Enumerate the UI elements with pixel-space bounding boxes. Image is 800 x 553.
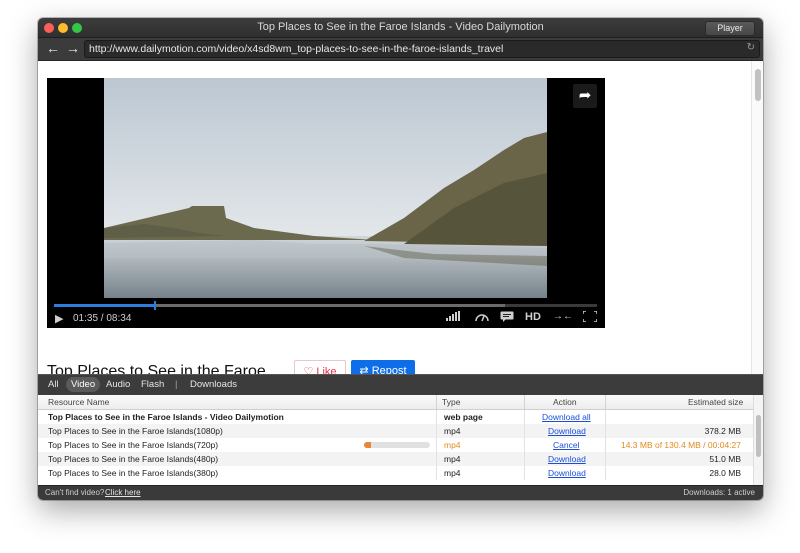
- video-scrubber-handle[interactable]: [154, 301, 157, 310]
- window-title: Top Places to See in the Faroe Islands -…: [257, 21, 544, 33]
- browser-toolbar: ← → http://www.dailymotion.com/video/x4s…: [38, 38, 763, 61]
- download-status: 14.3 MB of 130.4 MB / 00:04:27: [620, 440, 741, 450]
- resource-type: web page: [444, 412, 483, 422]
- heart-icon: ♡: [303, 366, 314, 374]
- download-progress-fill: [364, 442, 372, 448]
- status-bar: Can't find video? Click here Downloads: …: [38, 485, 763, 500]
- download-all-link[interactable]: Download all: [542, 412, 591, 422]
- download-link[interactable]: Download: [548, 468, 586, 478]
- repost-label: Repost: [371, 365, 407, 374]
- download-list-scrollbar[interactable]: [753, 395, 763, 485]
- resource-name: Top Places to See in the Faroe Islands(4…: [48, 454, 219, 464]
- hd-toggle[interactable]: HD: [525, 311, 541, 323]
- repost-button[interactable]: ⇄ Repost: [351, 360, 415, 374]
- page-scrollbar-thumb[interactable]: [755, 69, 761, 101]
- table-row[interactable]: Top Places to See in the Faroe Islands(7…: [38, 438, 753, 452]
- cancel-link[interactable]: Cancel: [553, 440, 579, 450]
- click-here-link[interactable]: Click here: [105, 488, 141, 497]
- download-link[interactable]: Download: [548, 454, 586, 464]
- table-row[interactable]: Top Places to See in the Faroe Islands -…: [38, 410, 753, 424]
- column-header-resource-name[interactable]: Resource Name: [48, 397, 109, 407]
- video-progress-bar[interactable]: [54, 301, 597, 310]
- reload-icon[interactable]: ↻: [747, 42, 755, 53]
- captions-icon[interactable]: [500, 311, 514, 325]
- download-list-scrollbar-thumb[interactable]: [756, 415, 761, 457]
- resource-type: mp4: [444, 426, 461, 436]
- filter-flash[interactable]: Flash: [141, 379, 164, 390]
- column-header-estimated-size[interactable]: Estimated size: [688, 397, 743, 407]
- video-thumbnail-landscape: [104, 78, 547, 298]
- resource-name: Top Places to See in the Faroe Islands(7…: [48, 440, 219, 450]
- resource-name: Top Places to See in the Faroe Islands -…: [48, 412, 284, 422]
- player-button[interactable]: Player: [705, 21, 755, 36]
- resource-type: mp4: [444, 454, 461, 464]
- time-display: 01:35 / 08:34: [73, 313, 132, 324]
- volume-icon[interactable]: [446, 311, 460, 324]
- page-scrollbar[interactable]: [751, 61, 763, 374]
- table-row[interactable]: Top Places to See in the Faroe Islands(1…: [38, 424, 753, 438]
- resource-type: mp4: [444, 468, 461, 478]
- resource-name: Top Places to See in the Faroe Islands(1…: [48, 426, 223, 436]
- back-arrow-icon[interactable]: ←: [46, 40, 60, 56]
- fullscreen-icon[interactable]: [582, 310, 598, 325]
- resource-size: 28.0 MB: [709, 468, 741, 478]
- download-panel: All Video Audio Flash | Downloads Resour…: [38, 374, 763, 500]
- table-row[interactable]: Top Places to See in the Faroe Islands(4…: [38, 452, 753, 466]
- page-content: ➦ ▶ 01:35 / 08:34 HD →← Top Places to Se…: [38, 61, 763, 374]
- resource-size: 378.2 MB: [704, 426, 741, 436]
- column-header-type[interactable]: Type: [442, 397, 460, 407]
- filter-video[interactable]: Video: [66, 377, 101, 392]
- filter-downloads[interactable]: Downloads: [190, 379, 237, 390]
- status-help-text: Can't find video?: [45, 488, 105, 497]
- address-bar[interactable]: http://www.dailymotion.com/video/x4sd8wm…: [84, 40, 760, 58]
- resource-name: Top Places to See in the Faroe Islands(3…: [48, 468, 219, 478]
- title-bar: Top Places to See in the Faroe Islands -…: [38, 18, 763, 38]
- forward-arrow-icon[interactable]: →: [66, 40, 80, 56]
- video-played-bar: [54, 304, 155, 307]
- filter-separator: |: [175, 379, 178, 390]
- widescreen-icon[interactable]: →←: [553, 311, 573, 322]
- download-link[interactable]: Download: [548, 426, 586, 436]
- like-label: Like: [316, 366, 337, 374]
- table-row[interactable]: Top Places to See in the Faroe Islands(3…: [38, 466, 753, 480]
- video-title: Top Places to See in the Faroe Islands: [47, 363, 266, 374]
- download-progress-bar: [364, 442, 430, 448]
- browser-window: Top Places to See in the Faroe Islands -…: [38, 18, 763, 500]
- resource-size: 51.0 MB: [709, 454, 741, 464]
- share-arrow-icon[interactable]: ➦: [573, 84, 597, 108]
- video-player[interactable]: ➦ ▶ 01:35 / 08:34 HD →←: [47, 78, 605, 328]
- play-icon[interactable]: ▶: [55, 312, 63, 325]
- url-text[interactable]: http://www.dailymotion.com/video/x4sd8wm…: [89, 43, 503, 55]
- resource-type: mp4: [444, 440, 461, 450]
- filter-audio[interactable]: Audio: [106, 379, 130, 390]
- active-downloads-count: Downloads: 1 active: [683, 488, 755, 497]
- filter-all[interactable]: All: [48, 379, 59, 390]
- like-button[interactable]: ♡ Like: [294, 360, 346, 374]
- filter-bar: All Video Audio Flash | Downloads: [38, 374, 763, 396]
- column-header-action[interactable]: Action: [553, 397, 577, 407]
- speed-icon[interactable]: [475, 311, 489, 325]
- repost-icon: ⇄: [359, 365, 369, 374]
- video-frame[interactable]: [104, 78, 547, 298]
- table-header: Resource Name Type Action Estimated size: [38, 395, 753, 410]
